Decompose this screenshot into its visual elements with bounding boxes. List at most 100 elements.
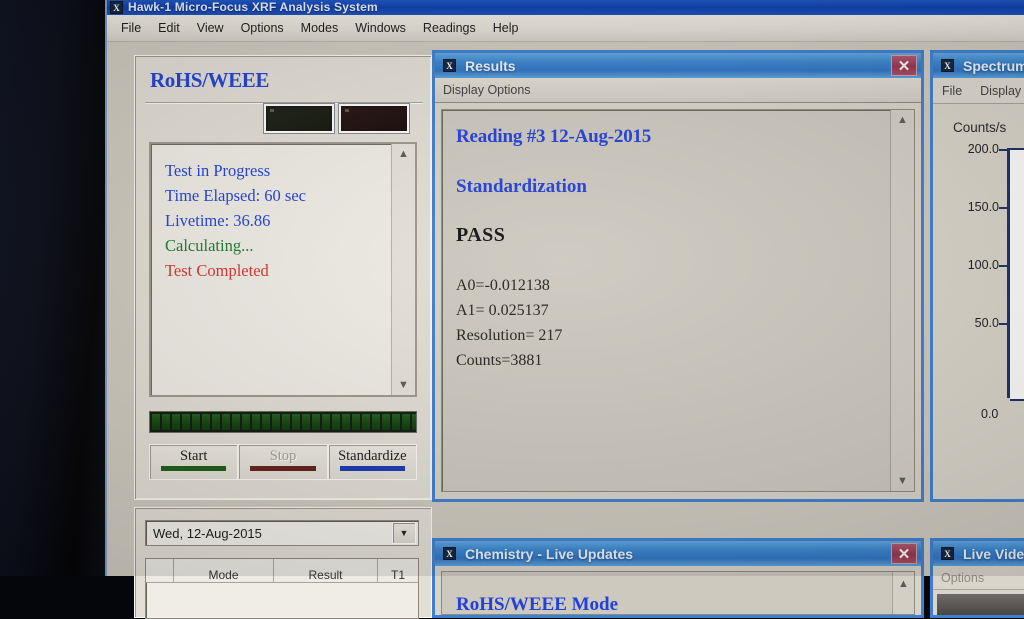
spectrum-menubar[interactable]: File Display [933,78,1024,104]
progress-segment [172,414,180,430]
spectrum-y-tick-100: 100.0 [968,258,1007,272]
results-titlebar[interactable]: X Results ✕ [432,50,924,78]
results-content-area: Reading #3 12-Aug-2015 Standardization P… [441,109,915,492]
menu-options[interactable]: Options [941,571,984,585]
chemistry-heading: RoHS/WEEE Mode [456,594,619,615]
spectrum-y-tick-200: 200.0 [968,142,1007,156]
status-line-test-completed: Test Completed [165,261,269,280]
chevron-down-icon[interactable]: ▼ [392,522,416,544]
progress-segment [272,414,280,430]
progress-segment [152,414,160,430]
video-feed-area [937,594,1024,615]
readings-col-t1: T1 [378,559,418,583]
menu-view[interactable]: View [197,21,224,35]
status-line-time-elapsed: Time Elapsed: 60 sec [165,186,306,205]
chemistry-live-updates-window: X Chemistry - Live Updates ✕ RoHS/WEEE M… [432,538,924,618]
results-menubar[interactable]: Display Options [435,78,921,103]
close-icon[interactable]: ✕ [891,55,917,76]
chevron-up-icon[interactable]: ▲ [891,110,914,130]
chevron-up-icon[interactable]: ▲ [392,144,415,164]
chemistry-titlebar[interactable]: X Chemistry - Live Updates ✕ [432,538,924,566]
x-app-icon: X [941,59,954,72]
menu-display-options[interactable]: Display Options [443,83,531,97]
progress-segment [312,414,320,430]
progress-segment [412,414,416,430]
menu-readings[interactable]: Readings [423,21,476,35]
results-scrollbar[interactable]: ▲ ▼ [890,110,914,491]
spectrum-y-tick-150: 150.0 [968,200,1007,214]
readings-history-panel: Wed, 12-Aug-2015 ▼ Mode Result T1 [134,507,432,619]
readings-table[interactable]: Mode Result T1 [145,558,419,619]
readings-col-result: Result [274,559,378,583]
spectrum-window-body: File Display Counts/s 200.0 150.0 100.0 [930,78,1024,502]
x-app-icon: X [443,59,456,72]
start-button[interactable]: Start [149,444,239,480]
chemistry-content-area: RoHS/WEEE Mode ▲ [441,571,915,615]
status-log-scrollbar[interactable]: ▲ ▼ [391,144,415,395]
spectrum-y-tick-0: 0.0 [981,407,999,421]
results-parameters: A0=-0.012138 A1= 0.025137 Resolution= 21… [456,273,882,373]
menu-file[interactable]: File [942,84,962,98]
reading-date-value: Wed, 12-Aug-2015 [153,525,262,541]
spectrum-y-tick-50: 50.0 [975,316,1007,330]
results-report: Reading #3 12-Aug-2015 Standardization P… [456,126,882,373]
main-menubar[interactable]: File Edit View Options Modes Windows Rea… [107,15,1024,42]
video-titlebar[interactable]: X Live Video [930,538,1024,566]
spectrum-titlebar[interactable]: X Spectrum [930,50,1024,78]
menu-help[interactable]: Help [493,21,519,35]
menu-windows[interactable]: Windows [355,21,406,35]
chemistry-window-title: Chemistry - Live Updates [465,545,634,562]
chevron-down-icon[interactable]: ▼ [891,471,914,491]
status-line-calculating: Calculating... [165,236,254,255]
progress-segment [282,414,290,430]
standardize-button[interactable]: Standardize [327,444,417,480]
spectrum-window-title: Spectrum [963,57,1024,74]
monitor-bezel [0,0,105,576]
progress-segment [222,414,230,430]
spectrum-window: X Spectrum File Display Counts/s 200.0 1… [930,50,1024,502]
spectrum-plot-frame [1010,148,1024,401]
menu-edit[interactable]: Edit [158,21,180,35]
stop-button-label: Stop [269,448,297,464]
chemistry-scrollbar[interactable]: ▲ [892,572,914,614]
readings-col-mode: Mode [174,559,274,583]
red-status-led [339,104,409,133]
close-icon[interactable]: ✕ [891,543,917,564]
param-resolution: Resolution= 217 [456,327,563,344]
application-titlebar: X Hawk-1 Micro-Focus XRF Analysis System [107,0,1024,15]
progress-segment [342,414,350,430]
progress-segment [352,414,360,430]
start-accent-bar [161,466,227,471]
chemistry-window-body: RoHS/WEEE Mode ▲ [432,566,924,618]
progress-segment [252,414,260,430]
readings-table-header-row: Mode Result T1 [146,559,418,583]
results-verdict: PASS [456,224,506,246]
status-line-livetime: Livetime: 36.86 [165,211,271,230]
progress-segment [232,414,240,430]
menu-modes[interactable]: Modes [301,21,339,35]
menu-file[interactable]: File [121,21,141,35]
start-button-label: Start [179,448,208,464]
progress-segment [292,414,300,430]
status-log-box: Test in Progress Time Elapsed: 60 sec Li… [149,142,417,397]
param-counts: Counts=3881 [456,352,543,369]
menu-options[interactable]: Options [241,21,284,35]
progress-segment [262,414,270,430]
spectrum-y-axis-label: Counts/s [953,120,1007,135]
chevron-down-icon[interactable]: ▼ [392,375,415,395]
chevron-up-icon[interactable]: ▲ [893,574,914,594]
reading-date-dropdown[interactable]: Wed, 12-Aug-2015 ▼ [145,520,419,546]
application-title: Hawk-1 Micro-Focus XRF Analysis System [128,0,378,14]
mdi-client-area: RoHS/WEEE Test in Progress Time Elapsed:… [107,42,1024,619]
progress-segment [372,414,380,430]
menu-display[interactable]: Display [980,84,1021,98]
stop-button[interactable]: Stop [238,444,328,480]
param-a0: A0=-0.012138 [456,277,550,294]
panel-title: RoHS/WEEE [150,68,269,92]
video-menubar[interactable]: Options [933,566,1024,590]
progress-segment [362,414,370,430]
progress-segment [332,414,340,430]
main-application-window: X Hawk-1 Micro-Focus XRF Analysis System… [105,0,1024,619]
results-reading-heading: Reading #3 12-Aug-2015 [456,126,652,147]
progress-segment [402,414,410,430]
